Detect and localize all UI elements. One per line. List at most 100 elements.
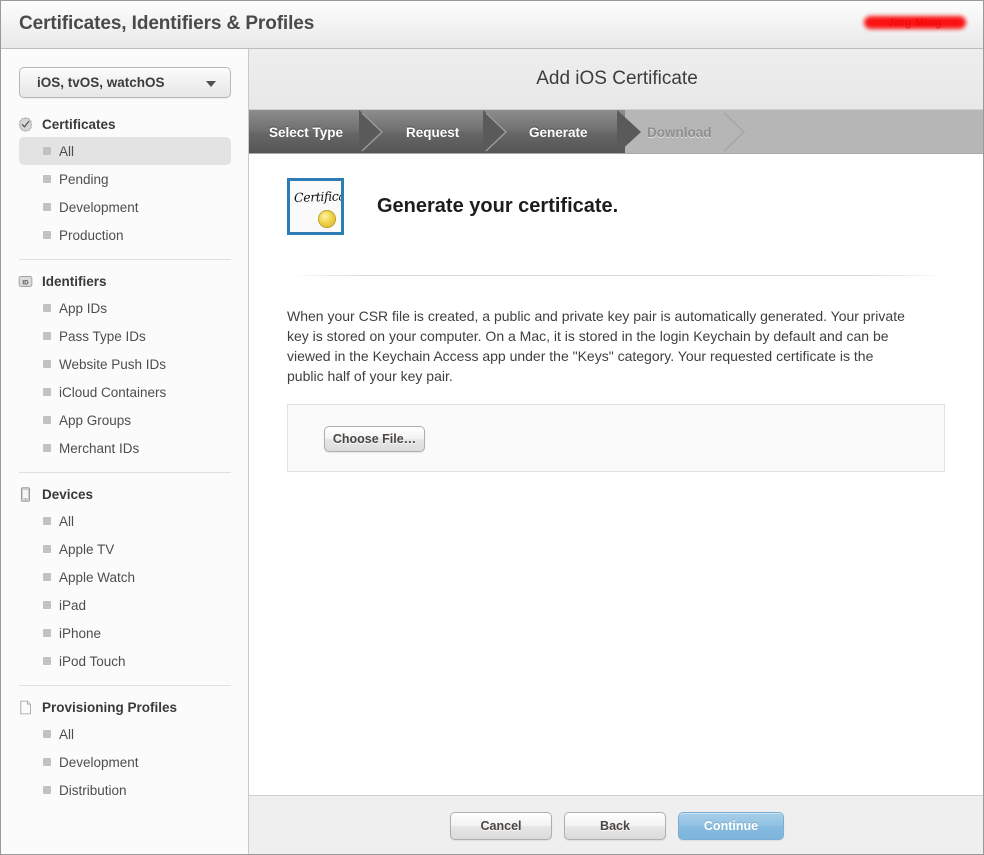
- sidebar-item-website-push-ids[interactable]: Website Push IDs: [19, 350, 231, 378]
- sidebar-item-label: Apple TV: [59, 542, 114, 557]
- sidebar-item-certificates-pending[interactable]: Pending: [19, 165, 231, 193]
- bullet-icon: [43, 360, 51, 368]
- wizard-step-label: Request: [406, 125, 459, 140]
- certificate-badge-icon: [18, 117, 33, 132]
- sidebar-section-label: Identifiers: [42, 274, 107, 289]
- sidebar-item-label: Merchant IDs: [59, 441, 139, 456]
- sidebar-item-app-ids[interactable]: App IDs: [19, 294, 231, 322]
- wizard-content: Certificate Generate your certificate. W…: [249, 154, 984, 808]
- svg-text:ID: ID: [22, 279, 29, 286]
- generate-description: When your CSR file is created, a public …: [287, 306, 909, 386]
- sidebar-item-certificates-production[interactable]: Production: [19, 221, 231, 249]
- generate-heading: Generate your certificate.: [377, 195, 618, 218]
- sidebar-divider: [19, 685, 231, 686]
- sidebar-item-devices-all[interactable]: All: [19, 507, 231, 535]
- wizard-step-download: Download: [625, 110, 712, 154]
- sidebar-section-devices: Devices All Apple TV Apple Watch iPad: [1, 481, 249, 675]
- sidebar-section-header-devices: Devices: [1, 481, 249, 507]
- bullet-icon: [43, 304, 51, 312]
- wizard-title: Add iOS Certificate: [536, 68, 698, 90]
- sidebar-item-label: Distribution: [59, 783, 127, 798]
- sidebar-item-iphone[interactable]: iPhone: [19, 619, 231, 647]
- certificate-icon-word: Certificate: [294, 188, 344, 205]
- wizard-header: Add iOS Certificate: [249, 49, 984, 110]
- sidebar-item-ipod-touch[interactable]: iPod Touch: [19, 647, 231, 675]
- continue-button[interactable]: Continue: [678, 812, 784, 840]
- certificate-seal-icon: [318, 210, 336, 228]
- titlebar: Certificates, Identifiers & Profiles Jin…: [1, 1, 984, 49]
- sidebar-item-label: Development: [59, 200, 139, 215]
- sidebar-item-merchant-ids[interactable]: Merchant IDs: [19, 434, 231, 462]
- main-panel: Add iOS Certificate Select Type: [249, 49, 984, 855]
- document-page-icon: [18, 700, 33, 715]
- bullet-icon: [43, 545, 51, 553]
- sidebar-item-label: App Groups: [59, 413, 131, 428]
- bullet-icon: [43, 730, 51, 738]
- choose-file-button[interactable]: Choose File…: [324, 426, 425, 452]
- platform-select[interactable]: iOS, tvOS, watchOS: [19, 67, 231, 98]
- bullet-icon: [43, 416, 51, 424]
- device-phone-icon: [18, 487, 33, 502]
- bullet-icon: [43, 203, 51, 211]
- sidebar-item-label: All: [59, 144, 74, 159]
- bullet-icon: [43, 388, 51, 396]
- certificate-icon: Certificate: [287, 178, 344, 235]
- sidebar-section-header-identifiers: ID Identifiers: [1, 268, 249, 294]
- sidebar-item-label: iPhone: [59, 626, 101, 641]
- wizard-step-breadcrumb: Select Type Request Generate: [249, 110, 984, 154]
- chevron-down-icon: [206, 81, 216, 87]
- sidebar-item-label: All: [59, 727, 74, 742]
- back-button[interactable]: Back: [564, 812, 666, 840]
- sidebar-item-label: Pass Type IDs: [59, 329, 146, 344]
- step-chevron-outline-icon: [361, 110, 385, 154]
- sidebar-item-pass-type-ids[interactable]: Pass Type IDs: [19, 322, 231, 350]
- sidebar-section-provisioning-profiles: Provisioning Profiles All Development Di…: [1, 694, 249, 804]
- sidebar-item-apple-watch[interactable]: Apple Watch: [19, 563, 231, 591]
- sidebar-item-profiles-all[interactable]: All: [19, 720, 231, 748]
- sidebar-section-certificates: Certificates All Pending Development Pro…: [1, 111, 249, 249]
- upload-dropzone[interactable]: Choose File…: [287, 404, 945, 472]
- sidebar-section-identifiers: ID Identifiers App IDs Pass Type IDs Web…: [1, 268, 249, 462]
- account-name-redacted[interactable]: Jing Ming: [860, 12, 970, 34]
- sidebar-item-label: Pending: [59, 172, 109, 187]
- sidebar-item-label: Production: [59, 228, 124, 243]
- sidebar-divider: [19, 259, 231, 260]
- bullet-icon: [43, 332, 51, 340]
- sidebar-item-profiles-distribution[interactable]: Distribution: [19, 776, 231, 804]
- cancel-button[interactable]: Cancel: [450, 812, 552, 840]
- sidebar-item-label: iCloud Containers: [59, 385, 166, 400]
- bullet-icon: [43, 573, 51, 581]
- bullet-icon: [43, 601, 51, 609]
- sidebar-section-header-certificates: Certificates: [1, 111, 249, 137]
- sidebar-item-label: iPod Touch: [59, 654, 126, 669]
- content-divider: [287, 275, 945, 276]
- sidebar-section-header-provisioning-profiles: Provisioning Profiles: [1, 694, 249, 720]
- bullet-icon: [43, 147, 51, 155]
- sidebar-item-app-groups[interactable]: App Groups: [19, 406, 231, 434]
- wizard-step-generate[interactable]: Generate: [507, 110, 588, 154]
- sidebar-item-ipad[interactable]: iPad: [19, 591, 231, 619]
- redaction-scribble: [864, 16, 966, 29]
- sidebar-item-icloud-containers[interactable]: iCloud Containers: [19, 378, 231, 406]
- wizard-step-request[interactable]: Request: [383, 110, 459, 154]
- generate-intro: Certificate Generate your certificate.: [287, 178, 618, 235]
- wizard-step-label: Generate: [529, 125, 588, 140]
- sidebar-section-label: Provisioning Profiles: [42, 700, 177, 715]
- sidebar-item-profiles-development[interactable]: Development: [19, 748, 231, 776]
- bullet-icon: [43, 758, 51, 766]
- sidebar-item-label: All: [59, 514, 74, 529]
- sidebar-item-certificates-development[interactable]: Development: [19, 193, 231, 221]
- wizard-step-select-type[interactable]: Select Type: [249, 110, 343, 154]
- bullet-icon: [43, 175, 51, 183]
- sidebar-item-apple-tv[interactable]: Apple TV: [19, 535, 231, 563]
- sidebar-item-label: Development: [59, 755, 139, 770]
- bullet-icon: [43, 231, 51, 239]
- sidebar-item-label: iPad: [59, 598, 86, 613]
- sidebar-item-certificates-all[interactable]: All: [19, 137, 231, 165]
- sidebar: iOS, tvOS, watchOS Certificates All: [1, 49, 249, 855]
- step-chevron-outline-icon: [485, 110, 509, 154]
- sidebar-nav: Certificates All Pending Development Pro…: [1, 111, 249, 804]
- bullet-icon: [43, 517, 51, 525]
- bullet-icon: [43, 657, 51, 665]
- sidebar-section-label: Certificates: [42, 117, 116, 132]
